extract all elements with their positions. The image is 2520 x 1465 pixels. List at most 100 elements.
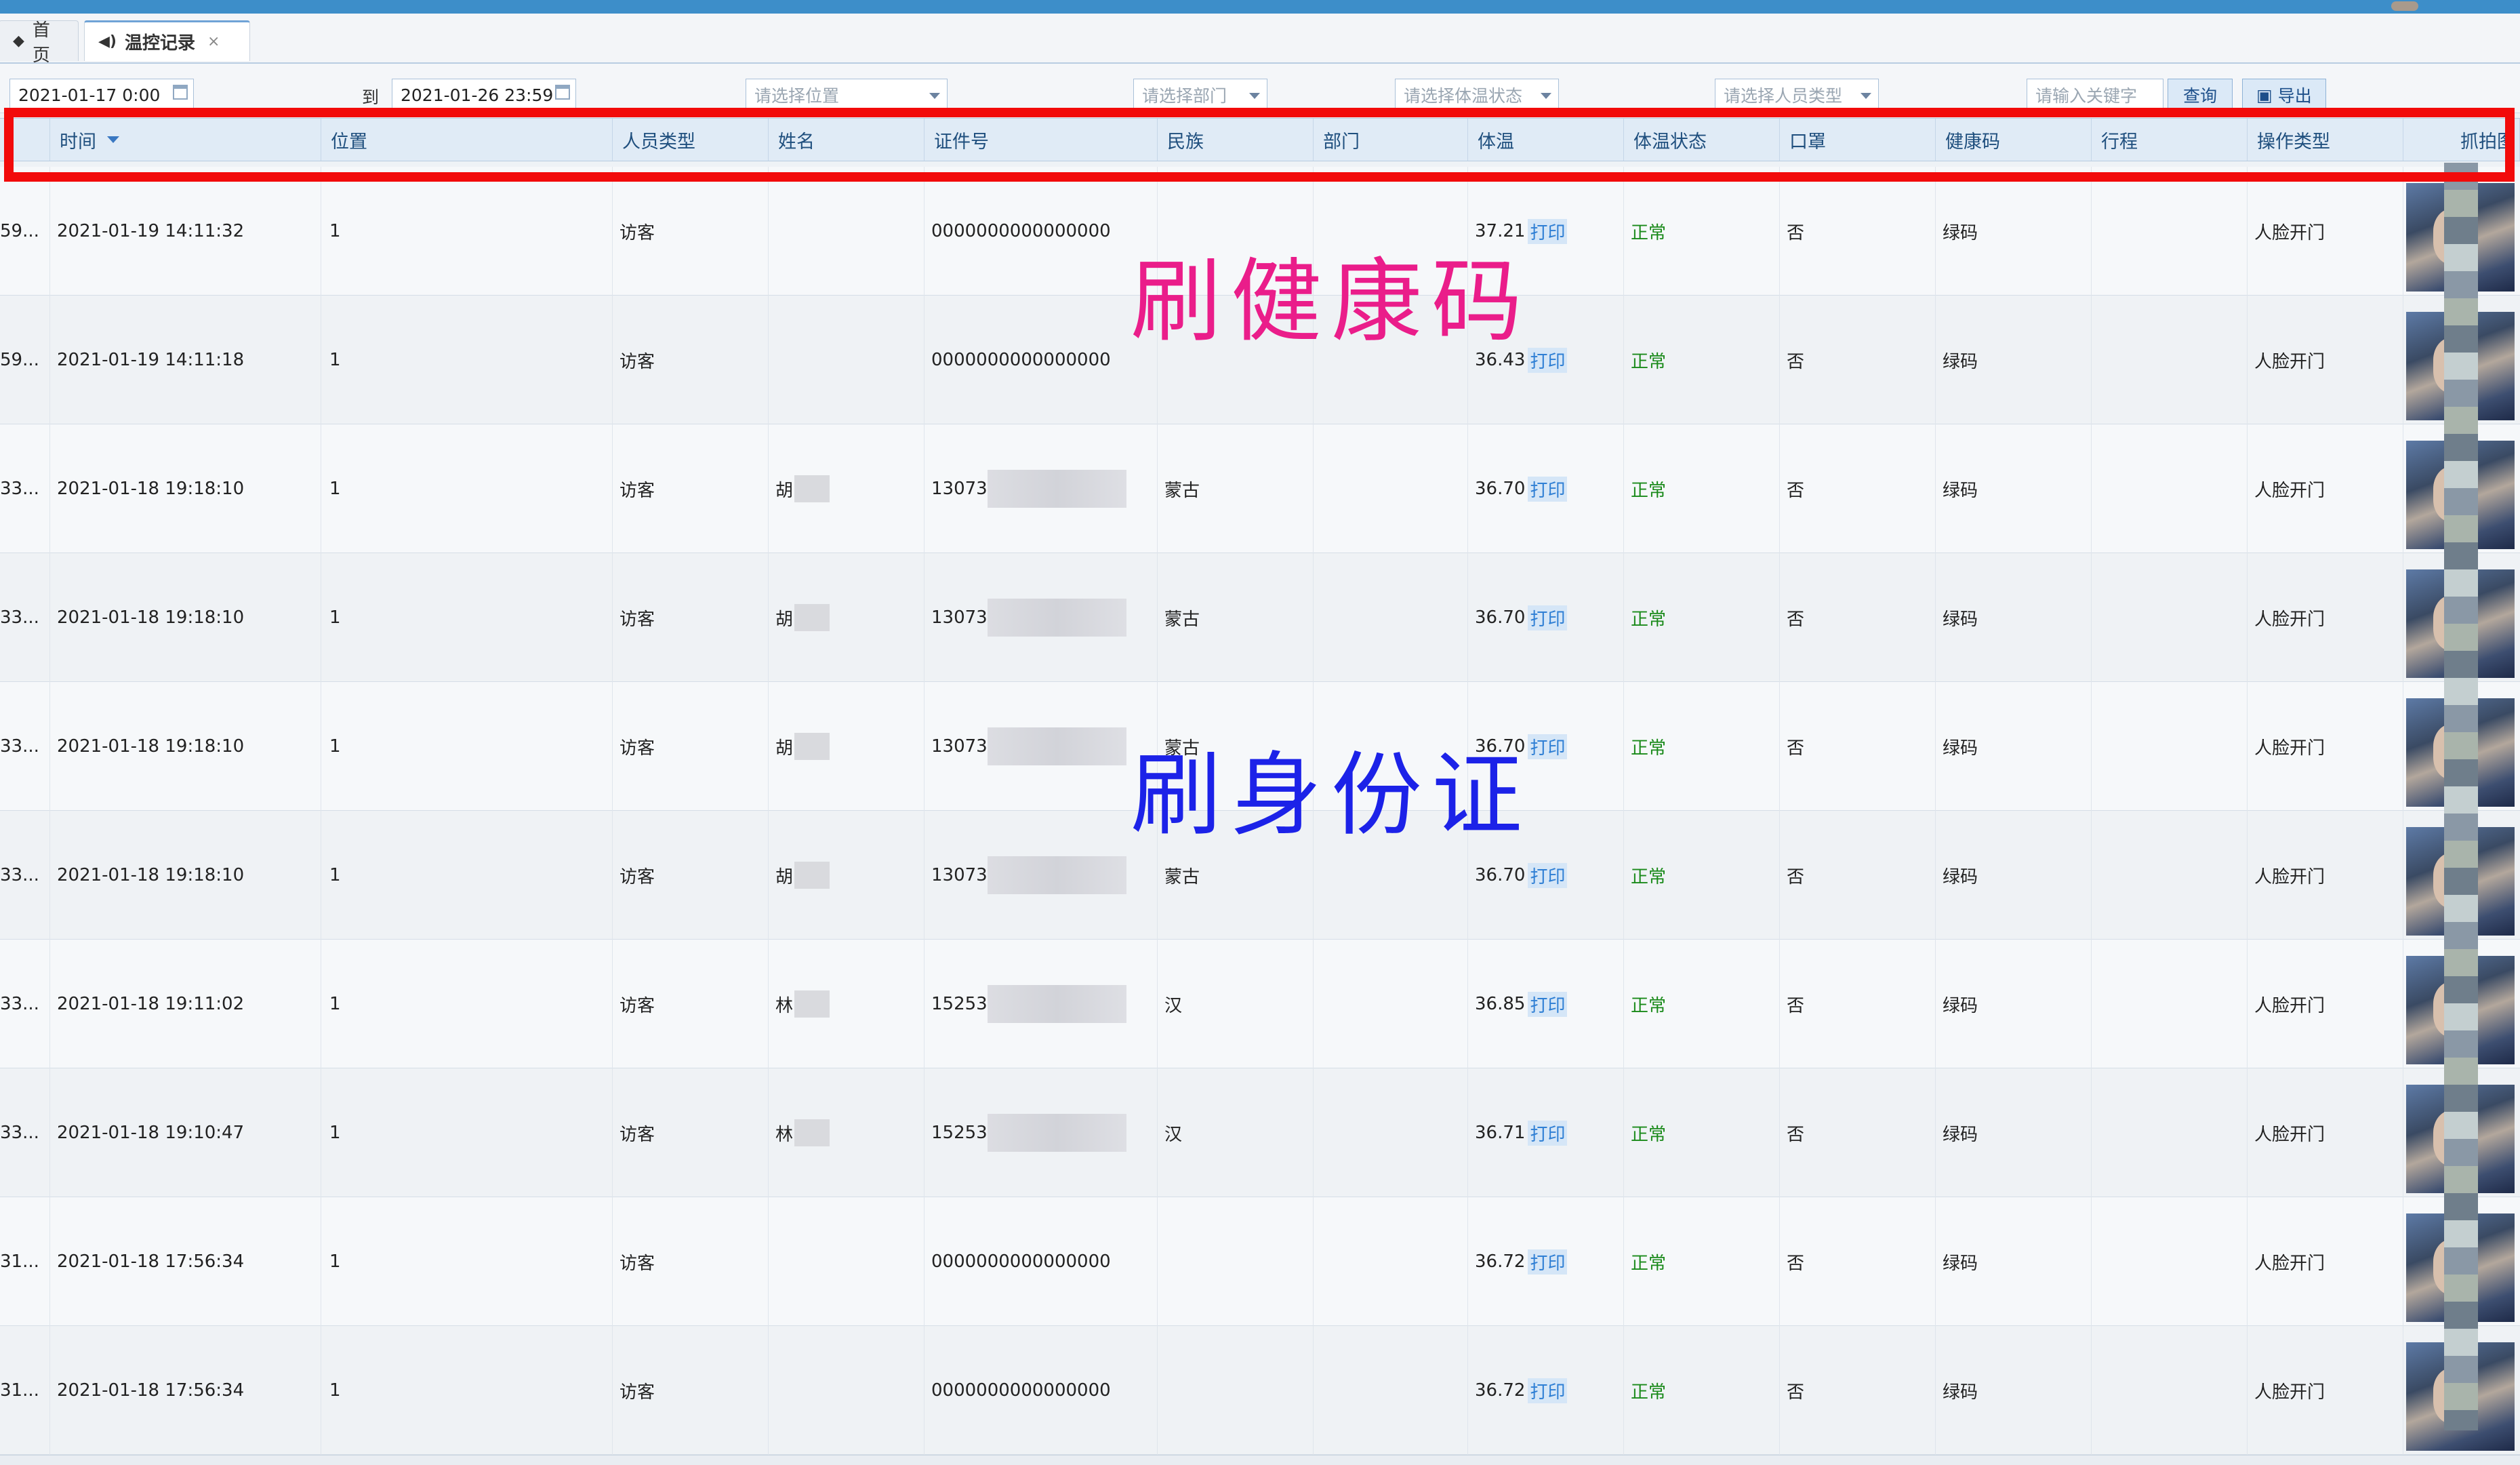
table-row[interactable]: 33... 2021-01-18 19:10:47 1 访客 林 15253 汉… — [0, 1068, 2520, 1197]
cell-name — [769, 1326, 924, 1455]
print-link[interactable]: 打印 — [1528, 1378, 1568, 1403]
cell-mask: 否 — [1780, 1197, 1936, 1326]
cell-person-type: 访客 — [613, 296, 769, 424]
start-date-input[interactable]: 2021-01-17 0:00 — [9, 79, 194, 111]
cell-id: 33... — [0, 424, 50, 553]
cell-department — [1314, 1197, 1468, 1326]
cell-ethnicity — [1158, 1326, 1314, 1455]
cell-operation-type: 人脸开门 — [2248, 940, 2403, 1068]
cell-id-number: 0000000000000000 — [924, 296, 1158, 424]
person-type-select[interactable]: 请选择人员类型 — [1715, 79, 1879, 111]
print-link[interactable]: 打印 — [1528, 218, 1568, 244]
cell-mask: 否 — [1780, 424, 1936, 553]
cell-id-number: 0000000000000000 — [924, 167, 1158, 296]
table-row[interactable]: 33... 2021-01-18 19:11:02 1 访客 林 15253 汉… — [0, 940, 2520, 1068]
cell-temp-status: 正常 — [1624, 167, 1780, 296]
cell-time: 2021-01-19 14:11:18 — [50, 296, 321, 424]
cell-operation-type: 人脸开门 — [2248, 553, 2403, 682]
query-button[interactable]: 查询 — [2168, 79, 2233, 111]
cell-location: 1 — [321, 296, 613, 424]
department-select[interactable]: 请选择部门 — [1133, 79, 1267, 111]
cell-name: 胡 — [769, 553, 924, 682]
cell-mask: 否 — [1780, 1326, 1936, 1455]
user-avatar[interactable] — [2391, 1, 2418, 11]
cell-temperature: 36.85 打印 — [1468, 940, 1624, 1068]
print-link[interactable]: 打印 — [1528, 991, 1568, 1017]
chevron-down-icon — [1861, 93, 1871, 99]
cell-mask: 否 — [1780, 682, 1936, 811]
temperature-status-select[interactable]: 请选择体温状态 — [1395, 79, 1559, 111]
redacted-block — [987, 985, 1126, 1023]
cell-name: 林 — [769, 1068, 924, 1197]
annotation-scan-id-card: 刷身份证 — [1131, 742, 1532, 848]
cell-mask: 否 — [1780, 553, 1936, 682]
cell-temp-status: 正常 — [1624, 1326, 1780, 1455]
cell-health-code: 绿码 — [1936, 682, 2092, 811]
cell-mask: 否 — [1780, 167, 1936, 296]
redacted-block — [987, 1114, 1126, 1152]
location-placeholder: 请选择位置 — [754, 86, 840, 106]
cell-itinerary — [2092, 1326, 2248, 1455]
tab-home-label: 首页 — [32, 20, 50, 66]
calendar-icon[interactable] — [555, 85, 570, 100]
name-value: 胡 — [775, 866, 794, 887]
print-link[interactable]: 打印 — [1528, 1120, 1568, 1146]
print-link[interactable]: 打印 — [1528, 862, 1568, 888]
redacted-block — [987, 727, 1126, 765]
cell-location: 1 — [321, 1197, 613, 1326]
temperature-value: 36.70 — [1475, 607, 1526, 628]
home-icon: ◆ — [13, 33, 24, 49]
speaker-icon: ◀) — [98, 33, 117, 50]
calendar-icon[interactable] — [173, 85, 188, 100]
print-link[interactable]: 打印 — [1528, 476, 1568, 502]
redacted-block — [794, 604, 830, 631]
cell-department — [1314, 553, 1468, 682]
print-link[interactable]: 打印 — [1528, 605, 1568, 630]
redacted-block — [987, 856, 1126, 894]
cell-time: 2021-01-18 19:18:10 — [50, 682, 321, 811]
department-placeholder: 请选择部门 — [1142, 86, 1227, 106]
export-button[interactable]: ▣ 导出 — [2242, 79, 2326, 111]
print-link[interactable]: 打印 — [1528, 347, 1568, 373]
name-value: 胡 — [775, 480, 794, 501]
redacted-block — [794, 733, 830, 760]
cell-temp-status: 正常 — [1624, 1068, 1780, 1197]
table-row[interactable]: 31... 2021-01-18 17:56:34 1 访客 000000000… — [0, 1326, 2520, 1455]
chevron-down-icon — [929, 93, 940, 99]
id-number-value: 13073 — [931, 736, 988, 757]
id-number-value: 13073 — [931, 865, 988, 885]
cell-time: 2021-01-18 17:56:34 — [50, 1326, 321, 1455]
cell-time: 2021-01-18 19:18:10 — [50, 811, 321, 940]
end-date-input[interactable]: 2021-01-26 23:59 — [392, 79, 576, 111]
cell-person-type: 访客 — [613, 1326, 769, 1455]
cell-itinerary — [2092, 296, 2248, 424]
to-label: 到 — [362, 87, 380, 107]
table-row[interactable]: 31... 2021-01-18 17:56:34 1 访客 000000000… — [0, 1197, 2520, 1326]
redacted-block — [987, 599, 1126, 637]
pagination-bar — [0, 1455, 2520, 1465]
cell-location: 1 — [321, 553, 613, 682]
close-icon[interactable]: × — [207, 33, 220, 50]
cell-person-type: 访客 — [613, 811, 769, 940]
cell-itinerary — [2092, 940, 2248, 1068]
location-select[interactable]: 请选择位置 — [746, 79, 948, 111]
chevron-down-icon — [1541, 93, 1551, 99]
cell-mask: 否 — [1780, 296, 1936, 424]
table-row[interactable]: 33... 2021-01-18 19:18:10 1 访客 胡 13073 蒙… — [0, 553, 2520, 682]
tab-temperature-records[interactable]: ◀) 温控记录 × — [84, 20, 250, 61]
keyword-input[interactable]: 请输入关键字 — [2027, 79, 2163, 111]
name-value: 胡 — [775, 738, 794, 759]
id-number-value: 15253 — [931, 1123, 988, 1143]
cell-location: 1 — [321, 1326, 613, 1455]
cell-mask: 否 — [1780, 940, 1936, 1068]
print-link[interactable]: 打印 — [1528, 734, 1568, 759]
redacted-block — [794, 1119, 830, 1146]
temperature-value: 36.70 — [1475, 865, 1526, 885]
cell-id-number: 15253 — [924, 940, 1158, 1068]
tab-home[interactable]: ◆ 首页 — [0, 20, 79, 66]
table-row[interactable]: 33... 2021-01-18 19:18:10 1 访客 胡 13073 蒙… — [0, 424, 2520, 553]
cell-mask: 否 — [1780, 811, 1936, 940]
cell-department — [1314, 424, 1468, 553]
print-link[interactable]: 打印 — [1528, 1249, 1568, 1275]
name-value: 胡 — [775, 609, 794, 630]
